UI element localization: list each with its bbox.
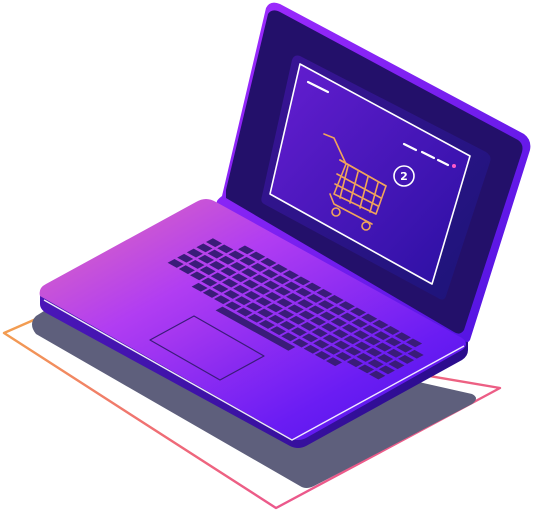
laptop-illustration: 2 [2,2,531,510]
cart-badge-count: 2 [400,170,408,183]
